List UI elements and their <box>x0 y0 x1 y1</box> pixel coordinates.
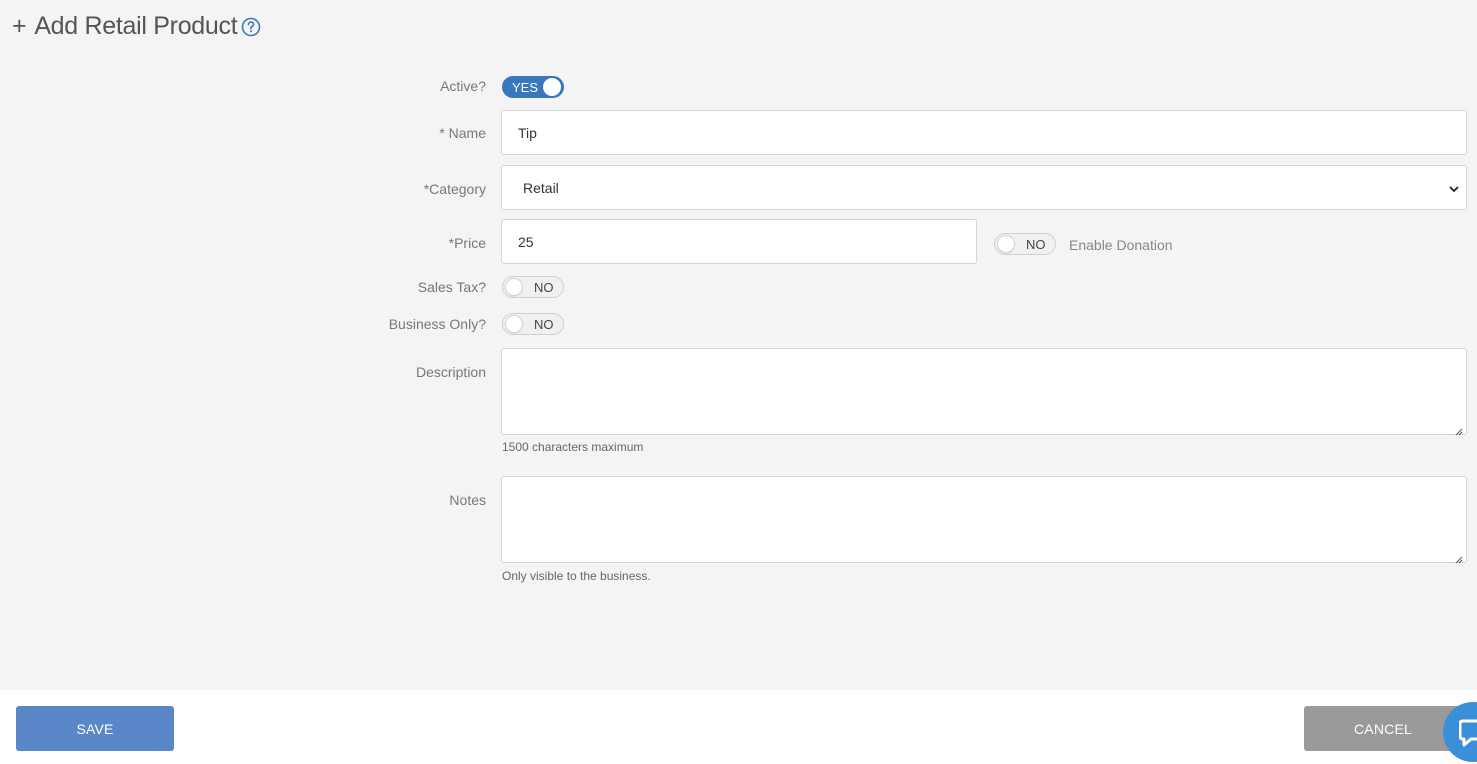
name-input[interactable]: Tip <box>501 110 1467 155</box>
page-title: + Add Retail Product <box>12 12 261 41</box>
description-textarea[interactable] <box>501 348 1467 436</box>
business-only-label: Business Only? <box>388 316 486 332</box>
resize-grip-icon[interactable] <box>1455 423 1463 436</box>
notes-textarea[interactable] <box>501 476 1467 564</box>
toggle-knob <box>505 315 523 333</box>
toggle-knob <box>505 278 523 296</box>
cancel-button[interactable]: CANCEL <box>1304 706 1462 751</box>
notes-hint: Only visible to the business. <box>502 569 651 583</box>
active-toggle-text: YES <box>512 79 539 95</box>
sales-tax-toggle-text: NO <box>534 279 554 295</box>
category-select-value: Retail <box>523 179 559 196</box>
price-label: *Price <box>448 235 486 251</box>
sales-tax-label: Sales Tax? <box>417 279 486 295</box>
name-input-value: Tip <box>518 124 537 141</box>
enable-donation-label: Enable Donation <box>1069 237 1173 253</box>
price-input[interactable]: 25 <box>501 219 977 264</box>
price-input-value: 25 <box>518 233 534 250</box>
chevron-down-icon <box>1448 182 1460 194</box>
description-hint: 1500 characters maximum <box>502 440 644 454</box>
resize-grip-icon[interactable] <box>1455 551 1463 564</box>
business-only-toggle-text: NO <box>534 316 554 332</box>
toggle-knob <box>543 78 561 96</box>
page-title-text: Add Retail Product <box>34 12 238 40</box>
enable-donation-toggle[interactable]: NO <box>994 233 1056 255</box>
active-toggle[interactable]: YES <box>502 76 564 98</box>
category-label: *Category <box>423 181 486 197</box>
help-circle-icon[interactable] <box>241 15 261 36</box>
sales-tax-toggle[interactable]: NO <box>502 276 564 298</box>
notes-label: Notes <box>449 492 486 508</box>
description-label: Description <box>415 364 486 380</box>
footer-bar: SAVE CANCEL <box>0 690 1477 764</box>
toggle-knob <box>997 235 1015 253</box>
name-label: * Name <box>439 125 486 141</box>
plus-icon: + <box>12 12 27 40</box>
active-label: Active? <box>440 78 486 94</box>
category-select[interactable]: Retail <box>501 165 1467 210</box>
save-button[interactable]: SAVE <box>16 706 174 751</box>
business-only-toggle[interactable]: NO <box>502 313 564 335</box>
enable-donation-toggle-text: NO <box>1026 236 1046 252</box>
